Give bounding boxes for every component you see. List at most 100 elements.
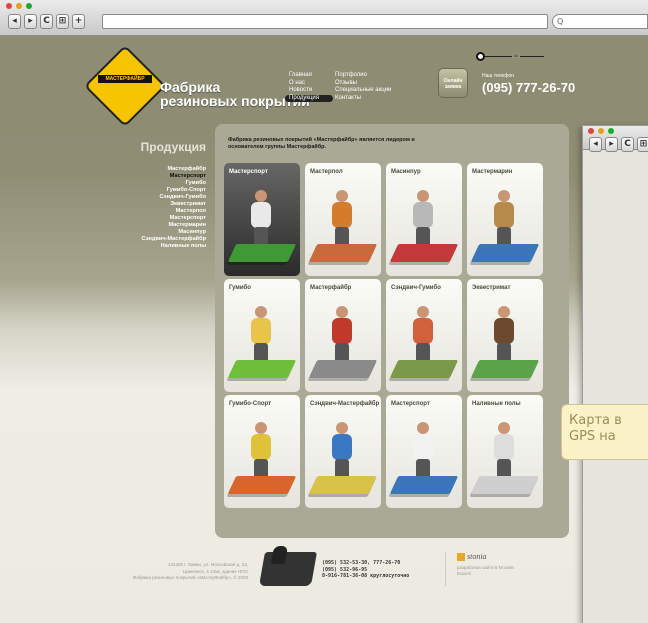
product-illustration (327, 190, 357, 248)
nav-link-products[interactable]: Продукция (285, 94, 333, 103)
close-window-button[interactable] (588, 128, 594, 134)
product-illustration (489, 422, 519, 480)
coating-sample-tile (470, 244, 540, 262)
back-button[interactable]: ◂ (8, 14, 21, 29)
sidebar-item[interactable]: Мастерфайбр (100, 166, 206, 173)
slider-label: 02 (512, 53, 521, 58)
product-illustration (489, 190, 519, 248)
footer-contacts: (095) 532-53-30, 777-26-70 (095) 532-96-… (322, 560, 409, 580)
intro-text: Фабрика резиновых покрытий «Мастерфайбр»… (228, 137, 415, 150)
product-card-title: Гумибо-Спорт (229, 401, 272, 407)
product-illustration (327, 422, 357, 480)
nav-link-news[interactable]: Новости (289, 87, 333, 95)
tooltip-line: Карта в (569, 413, 622, 428)
sidebar-item[interactable]: Сэндвич-Гумибо (100, 194, 207, 201)
phone-label: Наш телефон (482, 73, 514, 79)
minimize-window-button[interactable] (598, 128, 604, 134)
nav-link-portfolio[interactable]: Портфолио (335, 72, 391, 80)
product-card[interactable]: Гумибо-Спорт (224, 395, 300, 508)
footer-address: 141400 г. Химки, ул. Московская д. 23, Ц… (100, 562, 248, 582)
product-card-title: Сэндвич-Мастерфайбр (310, 401, 380, 407)
sidebar-item[interactable]: Мастерпол (100, 208, 206, 215)
slider-knob[interactable] (476, 52, 485, 61)
brand-name[interactable]: Фабрика резиновых покрытий (160, 80, 310, 108)
nav-link-offers[interactable]: Специальные акции (335, 87, 391, 95)
nav-link-reviews[interactable]: Отзывы (335, 80, 391, 88)
copyright-line: Фабрика резиновых покрытий «МастерФайбр»… (132, 575, 248, 580)
nav-link-home[interactable]: Главная (289, 72, 333, 80)
tooltip-line: GPS на (569, 429, 616, 444)
forward-button[interactable]: ▸ (24, 14, 37, 29)
coating-sample-tile (227, 244, 297, 262)
product-illustration (246, 190, 276, 248)
product-card[interactable]: Мастерфайбр (305, 279, 381, 392)
product-illustration (246, 306, 276, 364)
nav-link-contacts[interactable]: Контакты (335, 95, 391, 103)
sidebar-item[interactable]: Наливные полы (100, 243, 206, 250)
sidebar-item[interactable]: Гумибо-Спорт (100, 187, 206, 194)
product-card-title: Мастерспорт (229, 169, 268, 175)
nav-link-about[interactable]: О нас (289, 80, 333, 88)
sidebar-item[interactable]: Гумибо (100, 180, 206, 187)
product-card[interactable]: Сэндвич-Мастерфайбр (305, 395, 381, 508)
zoom-slider[interactable]: 02 (476, 52, 552, 62)
product-card[interactable]: Мастермарин (467, 163, 543, 276)
reload-button[interactable]: C (621, 137, 634, 152)
product-card[interactable]: Наливные полы (467, 395, 543, 508)
zoom-window-button[interactable] (26, 3, 32, 9)
sidebar-title: Продукция (140, 140, 206, 154)
coating-sample-tile (389, 476, 459, 494)
sidebar-item[interactable]: Масинпур (100, 229, 206, 236)
sidebar-item[interactable]: Эквестримат (100, 201, 206, 208)
coating-sample-tile (227, 360, 297, 378)
product-card[interactable]: Гумибо (224, 279, 300, 392)
back-button[interactable]: ◂ (589, 137, 602, 152)
product-grid: Мастерспорт Мастерпол Масинпур Мастермарин Г… (224, 163, 544, 508)
sidebar-item[interactable]: Мастерспорт (100, 215, 206, 222)
studio-logo-icon (457, 553, 465, 562)
product-illustration (489, 306, 519, 364)
product-card-title: Мастерспорт (391, 401, 430, 407)
sidebar-item[interactable]: Мастерспорт (100, 173, 206, 180)
coating-sample-tile (308, 476, 378, 494)
product-card[interactable]: Масинпур (386, 163, 462, 276)
product-card[interactable]: Мастерспорт (386, 395, 462, 508)
contact-mobile: 8-916-781-36-08 круглосуточно (322, 573, 410, 579)
bookmarks-button[interactable]: ⊞ (56, 14, 69, 29)
reload-button[interactable]: C (40, 14, 53, 29)
second-browser-window[interactable]: ◂ ▸ C ⊞ (582, 125, 648, 623)
bookmarks-button[interactable]: ⊞ (637, 137, 648, 152)
studio-link[interactable]: stonia (457, 552, 487, 562)
product-illustration (408, 306, 438, 364)
map-tooltip: Карта в GPS на (561, 404, 648, 460)
sidebar-item[interactable]: Сэндвич-Мастерфайбр (100, 236, 206, 243)
product-illustration (408, 190, 438, 248)
product-card[interactable]: Мастерспорт (224, 163, 300, 276)
product-card[interactable]: Эквестримат (467, 279, 543, 392)
product-card-title: Мастерфайбр (310, 285, 352, 291)
product-card[interactable]: Сэндвич-Гумибо (386, 279, 462, 392)
coating-sample-tile (308, 244, 378, 262)
sidebar-item[interactable]: Мастермарин (100, 222, 206, 229)
zoom-window-button[interactable] (608, 128, 614, 134)
new-tab-button[interactable]: + (72, 14, 85, 29)
product-card-title: Наливные полы (472, 401, 521, 407)
second-window-toolbar: ◂ ▸ C ⊞ (583, 126, 648, 152)
minimize-window-button[interactable] (16, 3, 22, 9)
contact-phone: (095) 532-53-30, 777-26-70 (322, 560, 401, 566)
product-illustration (408, 422, 438, 480)
brand-line-1: Фабрика (160, 79, 221, 95)
phone-number: (095) 777-26-70 (482, 80, 576, 95)
address-bar[interactable] (102, 14, 548, 29)
online-order-button[interactable]: Онлайн заявка (438, 68, 468, 98)
browser-nav-buttons: ◂ ▸ C ⊞ + (8, 14, 85, 29)
close-window-button[interactable] (6, 3, 12, 9)
forward-button[interactable]: ▸ (605, 137, 618, 152)
product-card-title: Сэндвич-Гумибо (391, 285, 441, 291)
second-window-controls (588, 128, 614, 134)
studio-description: разработка сайта в Москве Eutomi (457, 565, 547, 577)
logo-sign-icon[interactable] (83, 44, 167, 128)
search-field[interactable]: Q (552, 14, 648, 29)
product-card[interactable]: Мастерпол (305, 163, 381, 276)
coating-sample-tile (389, 244, 459, 262)
